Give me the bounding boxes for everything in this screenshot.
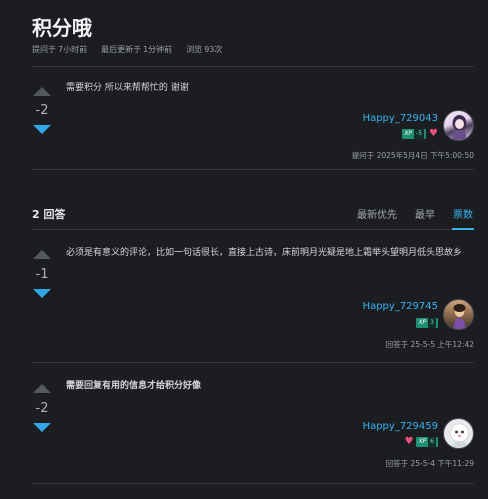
upvote-icon[interactable]: [33, 384, 51, 393]
answer-author-name[interactable]: Happy_729459: [300, 421, 438, 432]
page-title: 积分哦: [32, 16, 92, 40]
answers-count: 2 回答: [32, 208, 66, 221]
question-score: -2: [35, 103, 49, 118]
divider: [32, 229, 474, 230]
divider: [32, 362, 474, 363]
divider: [32, 483, 474, 484]
active-tab-indicator: [452, 228, 474, 230]
upvote-icon[interactable]: [33, 87, 51, 96]
avatar[interactable]: [443, 418, 474, 449]
question-author-badges: XP -5 ♥: [300, 129, 438, 139]
avatar[interactable]: [443, 110, 474, 141]
divider: [32, 169, 474, 170]
meta-updated: 最后更新于 1分钟前: [101, 45, 173, 54]
answer-score: -2: [35, 401, 49, 416]
downvote-icon[interactable]: [33, 289, 51, 298]
heart-icon: ♥: [404, 436, 414, 447]
xp-badge: XP 6: [416, 437, 438, 447]
question-author-name[interactable]: Happy_729043: [300, 113, 438, 124]
xp-badge: XP -5: [402, 129, 427, 139]
meta-asked: 提问于 7小时前: [32, 45, 88, 54]
avatar[interactable]: [443, 299, 474, 330]
upvote-icon[interactable]: [33, 250, 51, 259]
meta-views: 浏览 93次: [186, 45, 223, 54]
tab-newest[interactable]: 最新优先: [357, 206, 397, 221]
heart-icon: ♥: [429, 128, 438, 139]
answer-author-badges: ♥ XP 6: [300, 437, 438, 447]
answer-body: 必须是有意义的评论，比如一句话很长，直接上古诗，床前明月光疑是地上霜举头望明月低…: [66, 248, 463, 258]
answer-timestamp: 回答于 25-5-5 上午12:42: [385, 340, 474, 349]
answer-timestamp: 回答于 25-5-4 下午11:29: [385, 459, 474, 468]
answer-score: -1: [35, 267, 49, 282]
downvote-icon[interactable]: [33, 125, 51, 134]
question-meta: 提问于 7小时前 最后更新于 1分钟前 浏览 93次: [32, 44, 222, 55]
xp-badge: XP 3: [416, 318, 438, 328]
divider: [32, 66, 474, 67]
tab-votes[interactable]: 票数: [453, 206, 473, 221]
tab-oldest[interactable]: 最早: [415, 206, 435, 221]
answer-body: 需要回复有用的信息才给积分好像: [66, 381, 202, 391]
question-body: 需要积分 所以来帮帮忙的 谢谢: [66, 83, 189, 93]
downvote-icon[interactable]: [33, 423, 51, 432]
answer-author-badges: XP 3: [300, 318, 438, 328]
question-timestamp: 提问于 2025年5月4日 下午5:00:50: [351, 151, 474, 160]
answer-author-name[interactable]: Happy_729745: [300, 301, 438, 312]
